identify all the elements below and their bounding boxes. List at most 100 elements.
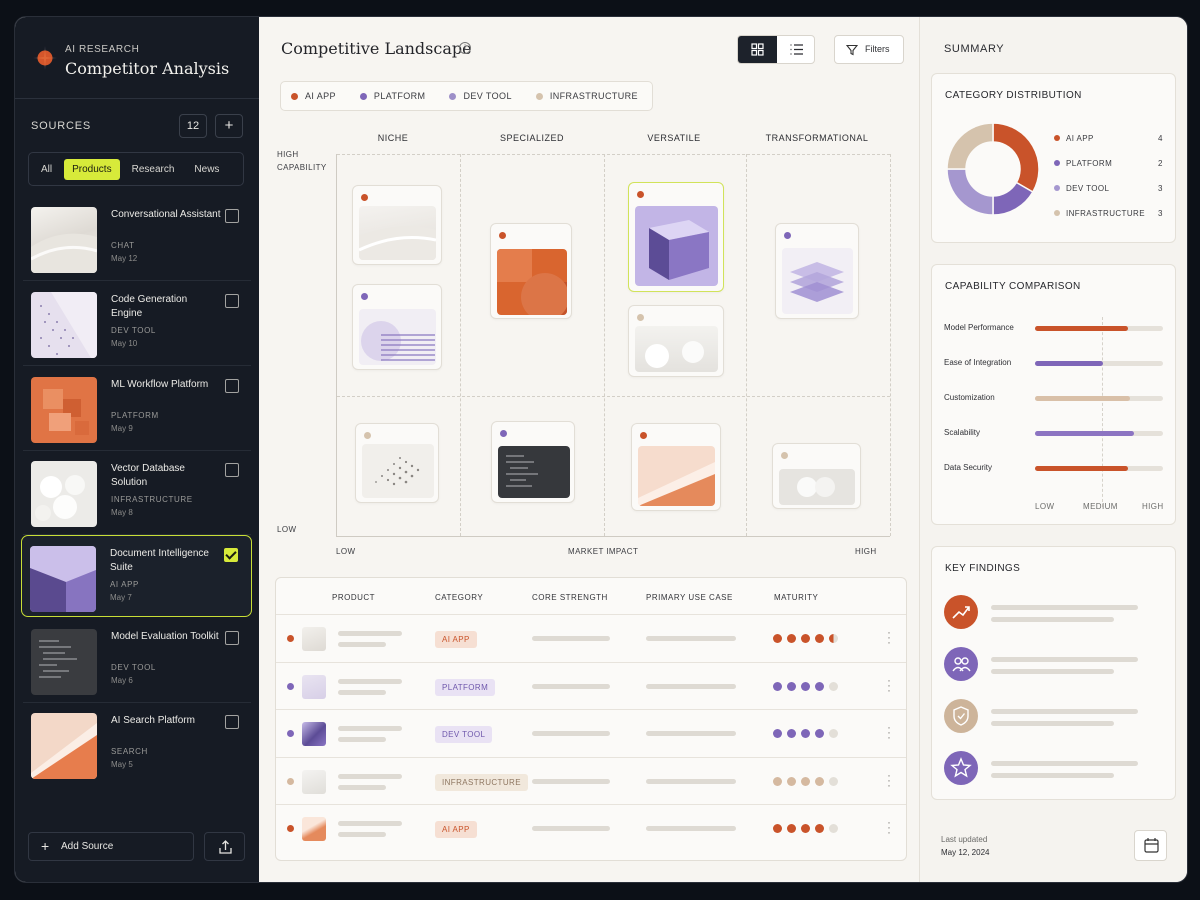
add-source-label: Add Source [61, 841, 114, 852]
more-options-icon[interactable]: · · · [887, 626, 891, 648]
source-name: Document Intelligence Suite [110, 548, 209, 573]
grid-view-button[interactable] [738, 36, 777, 63]
product-image [497, 249, 567, 315]
scale-high-label: HIGH [1142, 502, 1164, 511]
info-icon[interactable]: i [459, 42, 471, 54]
tab-products[interactable]: Products [64, 158, 120, 180]
grid-line [746, 154, 747, 536]
add-source-icon-button[interactable]: + [215, 114, 243, 138]
panel-title: CATEGORY DISTRIBUTION [945, 90, 1082, 101]
column-header-specialized: SPECIALIZED [499, 133, 565, 143]
sources-label: SOURCES [31, 120, 91, 132]
maturity-dot [801, 634, 810, 643]
product-image [779, 469, 855, 505]
product-thumbnail [302, 817, 326, 841]
maturity-dot [829, 634, 838, 643]
matrix-card[interactable] [631, 423, 721, 511]
legend-dot [1054, 210, 1060, 216]
tab-all[interactable]: All [33, 159, 60, 180]
matrix-card[interactable] [352, 284, 442, 370]
maturity-dot [801, 776, 810, 786]
source-item[interactable]: Vector Database Solution INFRASTRUCTURE … [23, 451, 251, 535]
matrix-card[interactable] [775, 223, 859, 319]
table-row[interactable]: AI APP · · · [276, 804, 906, 851]
more-options-icon[interactable]: · · · [887, 674, 891, 696]
product-name-placeholder [338, 678, 402, 684]
export-button[interactable] [204, 832, 245, 861]
more-options-icon[interactable]: · · · [887, 721, 891, 743]
matrix-card[interactable] [352, 185, 442, 265]
legend-label: AI APP [305, 91, 336, 101]
maturity-dot [815, 681, 824, 691]
matrix-card[interactable] [490, 223, 572, 319]
product-name-placeholder [338, 773, 402, 779]
matrix-card[interactable] [772, 443, 861, 509]
grid-line [604, 154, 605, 536]
source-checkbox[interactable] [225, 379, 239, 393]
calendar-button[interactable] [1134, 830, 1167, 861]
source-checkbox[interactable] [225, 631, 239, 645]
source-name: Conversational Assistant [111, 209, 221, 220]
filter-icon [846, 44, 858, 56]
main-content: Competitive Landscape i Filters AI APP P… [259, 17, 919, 882]
source-item[interactable]: Code Generation Engine DEV TOOL May 10 [23, 282, 251, 366]
source-item-selected[interactable]: Document Intelligence Suite AI APP May 7 [21, 535, 252, 617]
column-header: CORE STRENGTH [532, 593, 608, 602]
product-thumbnail [302, 674, 326, 699]
source-name: AI Search Platform [111, 715, 195, 726]
source-thumbnail [31, 461, 97, 527]
list-view-button[interactable] [777, 36, 814, 63]
table-row[interactable]: DEV TOOL · · · [276, 709, 906, 756]
category-dot [784, 232, 791, 239]
source-date: May 9 [111, 424, 133, 433]
finding-text-placeholder [991, 617, 1114, 622]
tab-news[interactable]: News [186, 159, 227, 180]
product-table: PRODUCT CATEGORY CORE STRENGTH PRIMARY U… [275, 577, 907, 861]
product-desc-placeholder [338, 784, 386, 790]
source-name: Model Evaluation Toolkit [111, 631, 219, 642]
matrix-card-selected[interactable] [628, 182, 724, 292]
table-row[interactable]: AI APP · · · [276, 614, 906, 661]
last-updated-label: Last updated [941, 835, 988, 844]
source-checkbox[interactable] [225, 209, 239, 223]
matrix-card[interactable] [355, 423, 439, 503]
source-item[interactable]: Model Evaluation Toolkit DEV TOOL May 6 [23, 619, 251, 703]
category-dot [361, 194, 368, 201]
filters-button[interactable]: Filters [834, 35, 904, 64]
distribution-count: 4 [1158, 134, 1163, 143]
source-name: ML Workflow Platform [111, 379, 209, 390]
maturity-dot [829, 776, 838, 786]
capability-bar [1035, 431, 1163, 436]
category-chip: AI APP [435, 821, 477, 838]
source-checkbox[interactable] [225, 294, 239, 308]
tab-research[interactable]: Research [124, 159, 183, 180]
maturity-dot [773, 729, 782, 738]
source-date: May 6 [111, 676, 133, 685]
source-item[interactable]: AI Search Platform SEARCH May 5 [23, 703, 251, 787]
maturity-dot [773, 681, 782, 691]
matrix-card[interactable] [628, 305, 724, 377]
more-options-icon[interactable]: · · · [887, 769, 891, 791]
source-item[interactable]: ML Workflow Platform PLATFORM May 9 [23, 367, 251, 451]
source-item[interactable]: Conversational Assistant CHAT May 12 [23, 197, 251, 281]
source-checkbox-checked[interactable] [224, 548, 238, 562]
product-desc-placeholder [338, 832, 386, 837]
more-options-icon[interactable]: · · · [887, 816, 891, 838]
table-row[interactable]: INFRASTRUCTURE · · · [276, 756, 906, 804]
add-source-button[interactable]: + Add Source [28, 832, 194, 861]
source-date: May 10 [111, 339, 138, 348]
category-dot [287, 730, 294, 737]
legend-dot [1054, 160, 1060, 166]
capability-label: Ease of Integration [944, 358, 1012, 367]
maturity-rating [773, 634, 838, 643]
source-checkbox[interactable] [225, 463, 239, 477]
source-checkbox[interactable] [225, 715, 239, 729]
table-row[interactable]: PLATFORM · · · [276, 661, 906, 709]
category-dot [361, 293, 368, 300]
product-thumbnail [302, 722, 326, 746]
brand-header: AI RESEARCH Competitor Analysis [15, 17, 259, 99]
matrix-card[interactable] [491, 421, 575, 503]
source-category: AI APP [110, 580, 139, 589]
legend-label: PLATFORM [373, 91, 426, 101]
source-thumbnail [31, 713, 97, 779]
